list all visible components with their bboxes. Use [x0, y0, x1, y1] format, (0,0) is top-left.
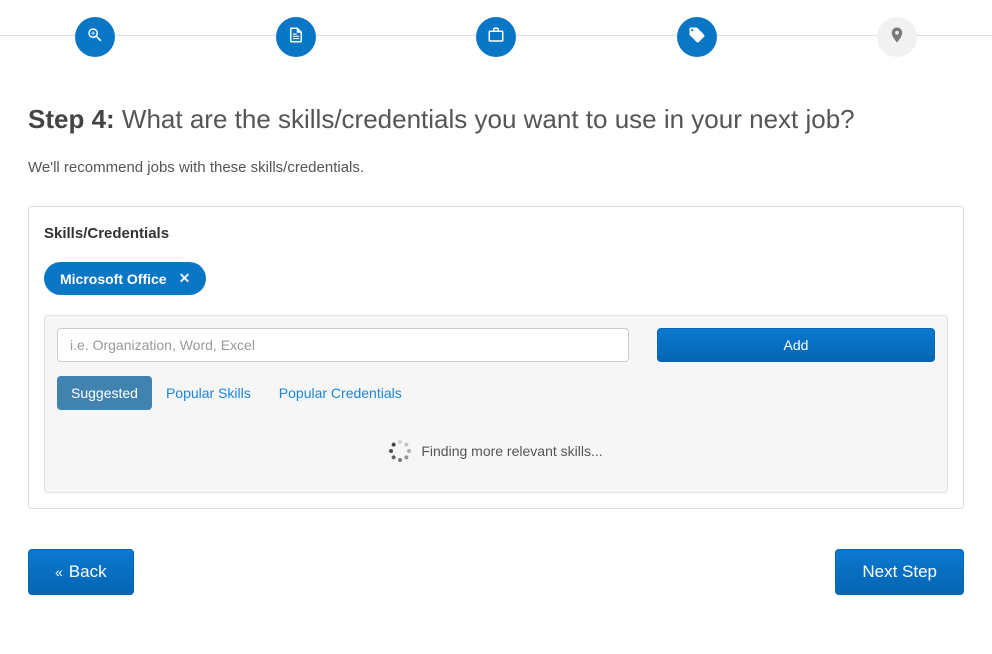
tab-suggested[interactable]: Suggested [57, 376, 152, 410]
step-1-search[interactable] [75, 17, 115, 57]
suggestion-tabs: Suggested Popular Skills Popular Credent… [57, 376, 935, 410]
map-pin-icon [888, 26, 906, 49]
step-4-tag[interactable] [677, 17, 717, 57]
subheading: We'll recommend jobs with these skills/c… [28, 159, 964, 176]
step-question: What are the skills/credentials you want… [122, 104, 855, 134]
close-icon[interactable]: ✕ [179, 270, 191, 287]
skill-pill-label: Microsoft Office [60, 271, 167, 287]
loading-row: Finding more relevant skills... [57, 432, 935, 480]
document-icon [287, 26, 305, 49]
tab-popular-skills[interactable]: Popular Skills [152, 376, 265, 410]
skills-card: Skills/Credentials Microsoft Office ✕ Ad… [28, 206, 964, 509]
step-5-location[interactable] [877, 17, 917, 57]
input-panel: Add Suggested Popular Skills Popular Cre… [44, 315, 948, 493]
loading-text: Finding more relevant skills... [421, 443, 602, 459]
step-prefix: Step 4: [28, 104, 115, 134]
selected-skills: Microsoft Office ✕ [44, 262, 948, 295]
tag-icon [688, 26, 706, 49]
skill-pill[interactable]: Microsoft Office ✕ [44, 262, 206, 295]
card-title: Skills/Credentials [44, 225, 948, 242]
back-label: Back [69, 562, 107, 582]
briefcase-icon [487, 26, 505, 49]
add-button[interactable]: Add [657, 328, 935, 362]
step-2-document[interactable] [276, 17, 316, 57]
back-button[interactable]: « Back [28, 549, 134, 595]
next-step-button[interactable]: Next Step [835, 549, 964, 595]
tab-popular-credentials[interactable]: Popular Credentials [265, 376, 416, 410]
next-label: Next Step [862, 562, 937, 582]
skill-input[interactable] [57, 328, 629, 362]
magnifier-zoom-icon [86, 26, 104, 49]
spinner-icon [389, 440, 411, 462]
chevron-left-icon: « [55, 564, 63, 580]
step-3-briefcase[interactable] [476, 17, 516, 57]
page-title: Step 4: What are the skills/credentials … [28, 104, 964, 135]
